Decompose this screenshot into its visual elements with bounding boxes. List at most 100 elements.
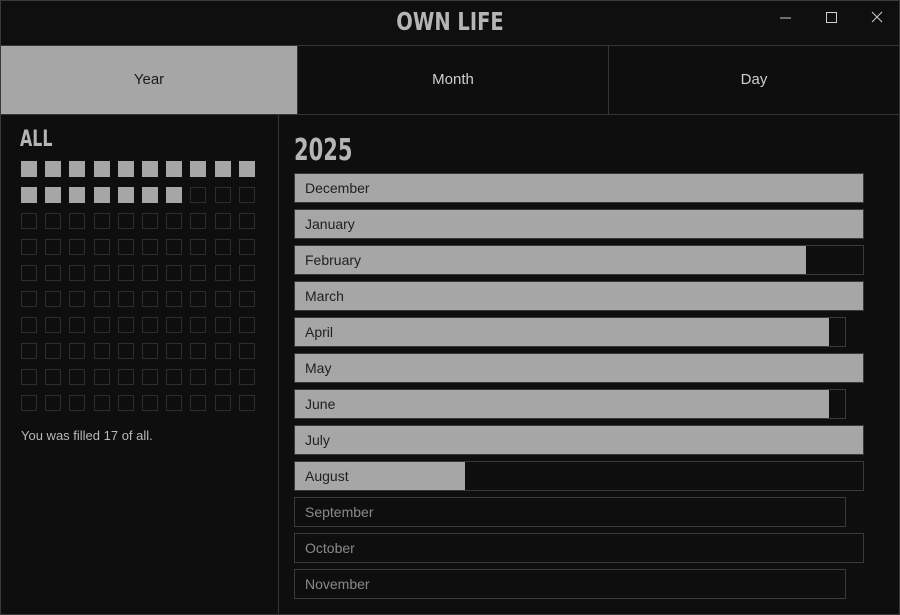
month-label: April — [305, 324, 334, 340]
tab-year[interactable]: Year — [1, 46, 297, 114]
grid-cell — [21, 187, 37, 203]
grid-cell — [142, 265, 158, 281]
grid-cell — [21, 317, 37, 333]
month-bar-march[interactable]: March — [294, 281, 864, 311]
grid-cell — [21, 395, 37, 411]
grid-cell — [21, 161, 37, 177]
grid-cell — [142, 369, 158, 385]
grid-cell — [239, 291, 255, 307]
grid-cell — [215, 291, 231, 307]
grid-cell — [142, 161, 158, 177]
month-label: July — [305, 432, 330, 448]
grid-cell — [166, 187, 182, 203]
grid-cell — [215, 369, 231, 385]
month-bar-april[interactable]: April — [294, 317, 846, 347]
grid-cell — [94, 239, 110, 255]
grid-cell — [45, 343, 61, 359]
month-bar-august[interactable]: August — [294, 461, 864, 491]
month-bar-december[interactable]: December — [294, 173, 864, 203]
grid-cell — [142, 213, 158, 229]
grid-cell — [94, 291, 110, 307]
year-panel: 2025 December January February March April Ma… — [279, 115, 899, 614]
grid-cell — [142, 395, 158, 411]
grid-cell — [239, 395, 255, 411]
month-bar-fill — [295, 318, 829, 346]
app-title: OWN LIFE — [396, 7, 504, 36]
month-bar-february[interactable]: February — [294, 245, 864, 275]
grid-cell — [45, 239, 61, 255]
grid-cell — [45, 369, 61, 385]
grid-cell — [142, 317, 158, 333]
month-bar-january[interactable]: January — [294, 209, 864, 239]
month-label: June — [305, 396, 336, 412]
month-bar-fill — [295, 246, 807, 274]
grid-cell — [239, 317, 255, 333]
grid-cell — [215, 187, 231, 203]
grid-cell — [215, 213, 231, 229]
grid-cell — [166, 265, 182, 281]
tab-bar: Year Month Day — [1, 46, 899, 115]
month-bar-fill — [295, 210, 863, 238]
grid-cell — [94, 161, 110, 177]
tab-day[interactable]: Day — [608, 46, 899, 114]
maximize-icon[interactable] — [819, 7, 843, 29]
month-bar-june[interactable]: June — [294, 389, 846, 419]
month-bar-september[interactable]: September — [294, 497, 846, 527]
all-title: ALL — [20, 127, 53, 152]
grid-cell — [166, 161, 182, 177]
grid-cell — [239, 265, 255, 281]
grid-cell — [94, 369, 110, 385]
grid-cell — [45, 395, 61, 411]
grid-cell — [239, 239, 255, 255]
grid-cell — [94, 395, 110, 411]
grid-cell — [94, 265, 110, 281]
grid-cell — [239, 343, 255, 359]
minimize-icon[interactable] — [773, 7, 797, 29]
grid-cell — [215, 161, 231, 177]
grid-cell — [69, 291, 85, 307]
month-bar-fill — [295, 174, 863, 202]
grid-cell — [94, 213, 110, 229]
tab-month[interactable]: Month — [297, 46, 608, 114]
month-label: October — [305, 540, 355, 556]
grid-cell — [118, 343, 134, 359]
month-bar-may[interactable]: May — [294, 353, 864, 383]
grid-cell — [118, 239, 134, 255]
month-bar-fill — [295, 390, 829, 418]
month-label: December — [305, 180, 370, 196]
grid-cell — [142, 291, 158, 307]
month-label: May — [305, 360, 332, 376]
grid-cell — [118, 187, 134, 203]
grid-cell — [69, 187, 85, 203]
grid-cell — [118, 265, 134, 281]
month-label: March — [305, 288, 344, 304]
grid-cell — [118, 395, 134, 411]
grid-cell — [215, 239, 231, 255]
grid-cell — [190, 239, 206, 255]
grid-cell — [190, 395, 206, 411]
grid-cell — [45, 265, 61, 281]
month-label: September — [305, 504, 374, 520]
grid-cell — [45, 291, 61, 307]
month-bar-october[interactable]: October — [294, 533, 864, 563]
close-icon[interactable] — [865, 7, 889, 29]
month-bar-november[interactable]: November — [294, 569, 846, 599]
grid-cell — [190, 187, 206, 203]
month-label: February — [305, 252, 362, 268]
grid-cell — [69, 343, 85, 359]
grid-cell — [142, 343, 158, 359]
grid-cell — [21, 239, 37, 255]
grid-cell — [118, 161, 134, 177]
grid-cell — [45, 213, 61, 229]
grid-cell — [118, 369, 134, 385]
grid-cell — [69, 161, 85, 177]
month-bar-fill — [295, 354, 863, 382]
month-bar-july[interactable]: July — [294, 425, 864, 455]
month-label: January — [305, 216, 355, 232]
grid-cell — [166, 317, 182, 333]
grid-cell — [94, 343, 110, 359]
month-bar-fill — [295, 282, 863, 310]
grid-cell — [166, 213, 182, 229]
grid-cell — [21, 291, 37, 307]
grid-cell — [69, 265, 85, 281]
